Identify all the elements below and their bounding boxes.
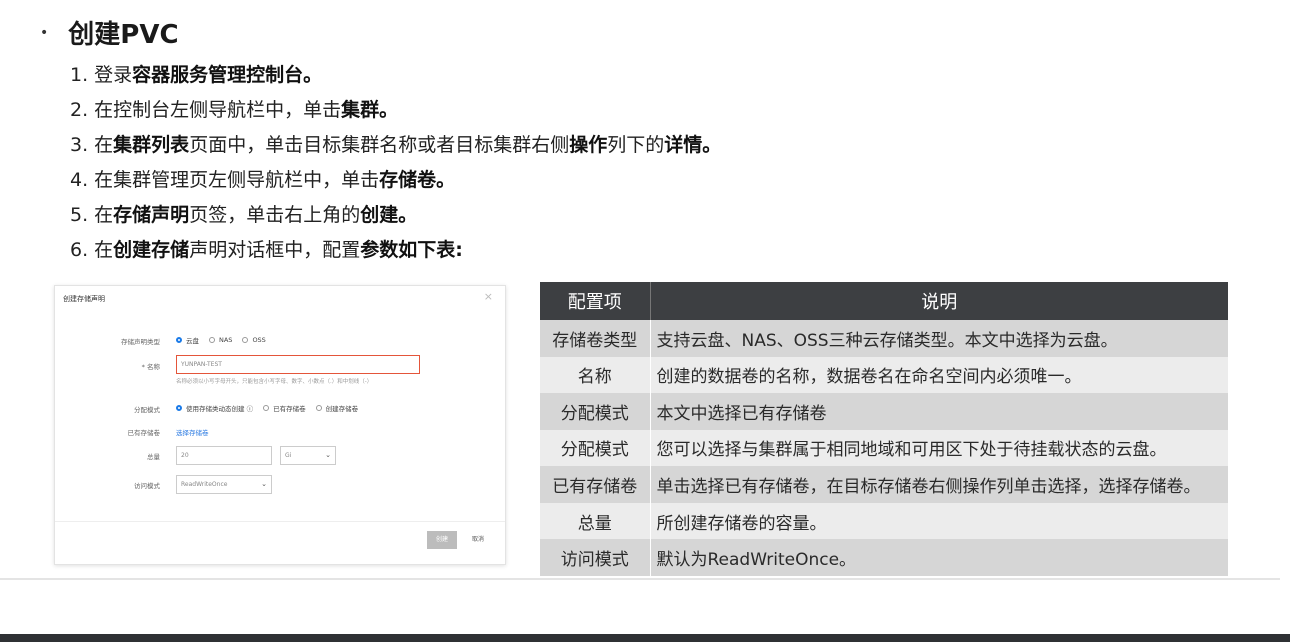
close-icon[interactable]: × [484,290,493,303]
step-emphasis: 创建。 [360,204,418,226]
table-row: 已有存储卷 单击选择已有存储卷，在目标存储卷右侧操作列单击选择，选择存储卷。 [540,466,1228,503]
step-item: 6. 在创建存储声明对话框中，配置参数如下表: [70,235,721,270]
radio-icon[interactable] [263,405,270,411]
existing-volume-label: 已有存储卷 [127,429,161,437]
step-emphasis: 集群。 [341,99,399,121]
step-text: 页面中，单击目标集群名称或者目标集群右侧 [189,134,570,156]
step-text: 页签，单击右上角的 [189,204,361,226]
config-item-cell: 分配模式 [540,429,651,467]
radio-icon[interactable] [315,405,322,411]
description-cell: 单击选择已有存储卷，在目标存储卷右侧操作列单击选择，选择存储卷。 [650,466,1228,503]
table-header-row: 配置项 说明 [540,282,1228,320]
divider [0,578,1280,580]
access-mode-value: ReadWriteOnce [181,481,228,488]
storage-option: OSS [252,336,266,344]
description-cell: 支持云盘、NAS、OSS三种云存储类型。本文中选择为云盘。 [650,320,1228,357]
name-hint: 名称必须以小写字母开头，只能包含小写字母、数字、小数点（.）和中划线（-） [176,379,373,385]
create-pvc-dialog-screenshot: 创建存储声明 × 存储声明类型 云盘 NAS OSS * 名称 YUNPAN-T… [54,285,506,565]
config-table: 配置项 说明 存储卷类型 支持云盘、NAS、OSS三种云存储类型。本文中选择为云盘… [540,282,1228,576]
step-emphasis: 存储声明 [113,204,190,226]
table-row: 总量 所创建存储卷的容量。 [540,502,1228,540]
description-cell: 本文中选择已有存储卷 [650,393,1228,430]
config-item-cell: 访问模式 [540,539,651,576]
steps-list: 1. 登录容器服务管理控制台。 2. 在控制台左侧导航栏中，单击集群。 3. 在集群… [70,60,721,270]
table-row: 访问模式 默认为ReadWriteOnce。 [540,539,1228,576]
dialog-title: 创建存储声明 [63,295,105,303]
section-heading: • 创建PVC [40,14,179,51]
column-header: 说明 [650,282,1228,320]
step-emphasis: 存储卷。 [379,169,456,191]
chevron-down-icon: ⌄ [325,451,331,459]
step-text: 列下的 [607,134,665,156]
step-item: 4. 在集群管理页左侧导航栏中，单击存储卷。 [70,165,721,200]
capacity-label: 总量 [147,453,160,461]
step-emphasis: 参数如下表: [360,239,463,261]
chevron-down-icon: ⌄ [261,480,267,488]
config-item-cell: 存储卷类型 [540,320,651,357]
alloc-option: 创建存储卷 [325,405,359,413]
description-cell: 创建的数据卷的名称，数据卷名在命名空间内必须唯一。 [650,356,1228,394]
capacity-unit: Gi [285,452,292,459]
storage-option: 云盘 [186,337,199,345]
radio-icon[interactable] [176,405,182,411]
table-row: 分配模式 本文中选择已有存储卷 [540,393,1228,430]
config-item-cell: 分配模式 [540,393,651,430]
step-text: 6. 在 [70,239,114,261]
step-text: 5. 在 [70,204,114,226]
cancel-button[interactable]: 取消 [463,531,493,549]
step-text: 3. 在 [70,134,114,156]
storage-type-radios: 云盘 NAS OSS [176,335,266,345]
step-emphasis: 操作 [569,134,608,156]
step-text: 1. 登录 [70,64,133,86]
alloc-option: 已有存储卷 [273,405,306,413]
step-item: 1. 登录容器服务管理控制台。 [70,60,721,95]
step-item: 2. 在控制台左侧导航栏中，单击集群。 [70,95,721,130]
table-row: 名称 创建的数据卷的名称，数据卷名在命名空间内必须唯一。 [540,356,1228,394]
step-text: 声明对话框中，配置 [189,239,361,261]
step-emphasis: 容器服务管理控制台。 [132,64,323,86]
column-header: 配置项 [540,282,651,320]
radio-icon[interactable] [242,337,249,343]
step-emphasis: 详情。 [664,134,722,156]
name-label: * 名称 [141,363,160,371]
create-button[interactable]: 创建 [427,531,457,549]
table-row: 存储卷类型 支持云盘、NAS、OSS三种云存储类型。本文中选择为云盘。 [540,320,1228,357]
step-text: 4. 在集群管理页左侧导航栏中，单击 [70,169,380,191]
storage-type-label: 存储声明类型 [121,338,160,346]
storage-option: NAS [219,336,233,344]
step-emphasis: 创建存储 [113,239,190,261]
radio-icon[interactable] [176,337,182,343]
config-item-cell: 总量 [540,502,651,540]
radio-icon[interactable] [209,337,215,343]
config-item-cell: 名称 [540,356,651,394]
alloc-mode-label: 分配模式 [134,406,160,414]
name-input[interactable]: YUNPAN-TEST [176,355,420,374]
description-cell: 默认为ReadWriteOnce。 [650,539,1228,576]
table-row: 分配模式 您可以选择与集群属于相同地域和可用区下处于待挂载状态的云盘。 [540,429,1228,467]
divider [55,521,505,522]
capacity-unit-select[interactable]: Gi ⌄ [280,446,336,465]
description-cell: 您可以选择与集群属于相同地域和可用区下处于待挂载状态的云盘。 [650,429,1228,467]
step-item: 3. 在集群列表页面中，单击目标集群名称或者目标集群右侧操作列下的详情。 [70,130,721,165]
bottom-bar [0,634,1290,642]
access-mode-select[interactable]: ReadWriteOnce ⌄ [176,475,272,494]
step-item: 5. 在存储声明页签，单击右上角的创建。 [70,200,721,235]
page-title: 创建PVC [68,20,179,50]
description-cell: 所创建存储卷的容量。 [650,502,1228,540]
step-emphasis: 集群列表 [113,134,190,156]
config-item-cell: 已有存储卷 [540,466,651,503]
capacity-input[interactable]: 20 [176,446,272,465]
select-volume-link[interactable]: 选择存储卷 [176,427,209,437]
bullet: • [40,24,49,41]
alloc-option: 使用存储类动态创建 ⓘ [186,405,254,413]
alloc-mode-radios: 使用存储类动态创建 ⓘ 已有存储卷 创建存储卷 [176,403,358,413]
access-mode-label: 访问模式 [134,482,160,490]
step-text: 2. 在控制台左侧导航栏中，单击 [70,99,342,121]
